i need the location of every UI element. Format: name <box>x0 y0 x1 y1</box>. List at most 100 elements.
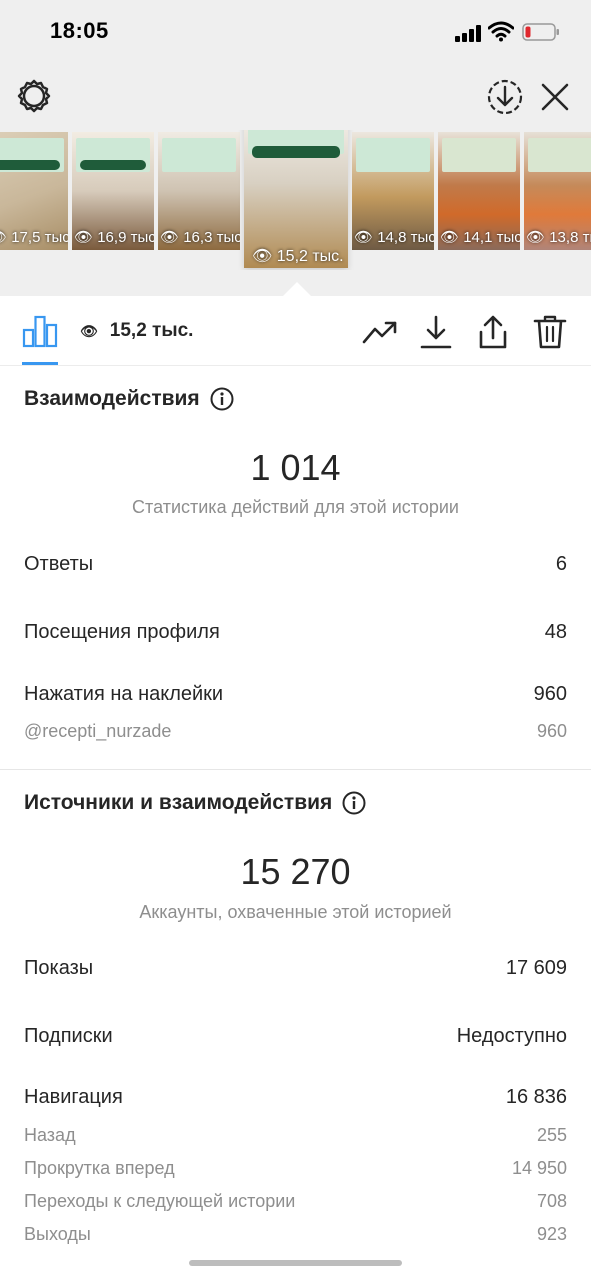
views-summary: 👁 15,2 тыс. <box>80 320 193 342</box>
section-divider <box>0 769 591 770</box>
download-icon[interactable] <box>418 314 454 350</box>
gear-icon[interactable] <box>16 78 52 114</box>
download-circle-icon[interactable] <box>486 78 524 116</box>
view-count: 👁 16,3 тыс <box>158 228 240 246</box>
view-count: 👁 15,2 тыс. <box>244 246 348 266</box>
row-value: 255 <box>536 1125 567 1145</box>
row-value: 960 <box>536 721 567 741</box>
story-mention-tag <box>252 146 340 158</box>
row-value: 960 <box>533 683 567 705</box>
view-count-text: 16,9 тыс <box>97 229 154 246</box>
insights-toolbar: 👁 15,2 тыс. <box>0 296 591 366</box>
trending-icon[interactable] <box>362 314 398 350</box>
row-value: 17 609 <box>505 957 567 979</box>
story-thumbnail[interactable]: 👁 13,8 тыс <box>524 132 591 250</box>
story-mention-tag <box>0 160 60 170</box>
status-bar: 18:05 <box>0 0 591 64</box>
view-count: 👁 14,1 тыс <box>438 228 520 246</box>
row-label: Навигация <box>24 1086 123 1108</box>
nav-back-row[interactable]: Назад 255 <box>24 1125 567 1146</box>
trash-icon[interactable] <box>532 314 568 350</box>
row-value: Недоступно <box>456 1025 567 1047</box>
story-thumbnail[interactable]: 👁 14,1 тыс <box>438 132 520 250</box>
view-count: 👁 13,8 тыс <box>524 228 591 246</box>
bar-chart-icon[interactable] <box>22 314 58 348</box>
cellular-signal-icon <box>455 24 483 42</box>
interactions-subtitle: Статистика действий для этой истории <box>132 497 459 517</box>
share-icon[interactable] <box>475 314 511 350</box>
nav-exits-row[interactable]: Выходы 923 <box>24 1224 567 1245</box>
eye-icon: 👁 <box>160 229 180 246</box>
wifi-icon <box>488 21 514 42</box>
active-tab-indicator <box>22 362 58 365</box>
row-label: Назад <box>24 1125 76 1145</box>
story-header <box>0 70 591 126</box>
story-thumbnail[interactable]: 👁 14,8 тыс <box>352 132 434 250</box>
follows-row[interactable]: Подписки Недоступно <box>24 1025 567 1048</box>
story-thumbnail-strip[interactable]: 👁 17,5 тыс 👁 16,9 тыс 👁 16,3 тыс 👁 15,2 … <box>0 130 591 270</box>
nav-next-story-row[interactable]: Переходы к следующей истории 708 <box>24 1191 567 1212</box>
discovery-total: 15 270 <box>240 851 351 892</box>
battery-icon <box>522 23 559 41</box>
eye-icon: 👁 <box>440 229 460 246</box>
view-count-text: 16,3 тыс <box>183 229 240 246</box>
replies-row[interactable]: Ответы 6 <box>24 553 567 576</box>
row-value: 708 <box>536 1191 567 1211</box>
status-time: 18:05 <box>50 18 109 43</box>
sticker-mention-row[interactable]: @recepti_nurzade 960 <box>24 721 567 742</box>
row-label: Посещения профиля <box>24 621 220 643</box>
profile-visits-row[interactable]: Посещения профиля 48 <box>24 621 567 644</box>
eye-icon: 👁 <box>80 322 98 339</box>
row-value: 923 <box>536 1224 567 1244</box>
story-preview-area: 18:05 17,5 тыс 👁 16,9 тыс 👁 16,3 тыс 👁 1… <box>0 0 591 296</box>
row-label: Переходы к следующей истории <box>24 1191 296 1211</box>
story-caption <box>356 138 430 172</box>
sticker-taps-row[interactable]: Нажатия на наклейки 960 <box>24 683 567 706</box>
eye-icon: 👁 <box>74 229 94 246</box>
story-thumbnail[interactable]: 👁 17,5 тыс <box>0 132 68 250</box>
eye-icon: 👁 <box>0 229 7 246</box>
view-count: 👁 14,8 тыс <box>352 228 434 246</box>
discovery-title: Источники и взаимодействия <box>24 791 366 815</box>
row-value: 48 <box>544 621 567 643</box>
story-mention-tag <box>80 160 146 170</box>
view-count: 👁 16,9 тыс <box>72 228 154 246</box>
row-label: Прокрутка вперед <box>24 1158 175 1178</box>
view-count-text: 14,1 тыс <box>463 229 520 246</box>
row-label: @recepti_nurzade <box>24 721 172 741</box>
view-count-text: 17,5 тыс <box>11 229 68 246</box>
discovery-subtitle: Аккаунты, охваченные этой историей <box>139 902 452 922</box>
view-count: 👁 17,5 тыс <box>0 228 68 246</box>
view-count-text: 14,8 тыс <box>377 229 434 246</box>
story-caption <box>442 138 516 172</box>
story-thumbnail-selected[interactable]: 👁 15,2 тыс. <box>244 130 348 268</box>
row-label: Показы <box>24 957 94 979</box>
story-thumbnail[interactable]: 👁 16,3 тыс <box>158 132 240 250</box>
interactions-title: Взаимодействия <box>24 387 234 411</box>
story-caption <box>528 138 591 172</box>
eye-icon: 👁 <box>526 229 546 246</box>
row-value: 6 <box>555 553 567 575</box>
close-icon[interactable] <box>540 82 570 112</box>
impressions-row[interactable]: Показы 17 609 <box>24 957 567 980</box>
story-caption <box>162 138 236 172</box>
home-indicator[interactable] <box>189 1260 402 1266</box>
view-count-text: 15,2 тыс. <box>276 248 344 265</box>
row-label: Выходы <box>24 1224 91 1244</box>
discovery-title-text: Источники и взаимодействия <box>24 791 333 814</box>
story-thumbnail[interactable]: 👁 16,9 тыс <box>72 132 154 250</box>
views-count: 15,2 тыс. <box>109 320 194 341</box>
eye-icon: 👁 <box>252 248 273 265</box>
view-count-text: 13,8 тыс <box>549 229 591 246</box>
interactions-title-text: Взаимодействия <box>24 387 200 410</box>
row-label: Нажатия на наклейки <box>24 683 224 705</box>
interactions-total: 1 014 <box>250 447 341 488</box>
info-icon[interactable] <box>210 387 234 411</box>
info-icon[interactable] <box>342 791 366 815</box>
row-label: Ответы <box>24 553 94 575</box>
row-value: 16 836 <box>505 1086 567 1108</box>
selected-pointer <box>283 282 311 296</box>
navigation-row[interactable]: Навигация 16 836 <box>24 1086 567 1109</box>
eye-icon: 👁 <box>354 229 374 246</box>
nav-forward-row[interactable]: Прокрутка вперед 14 950 <box>24 1158 567 1179</box>
